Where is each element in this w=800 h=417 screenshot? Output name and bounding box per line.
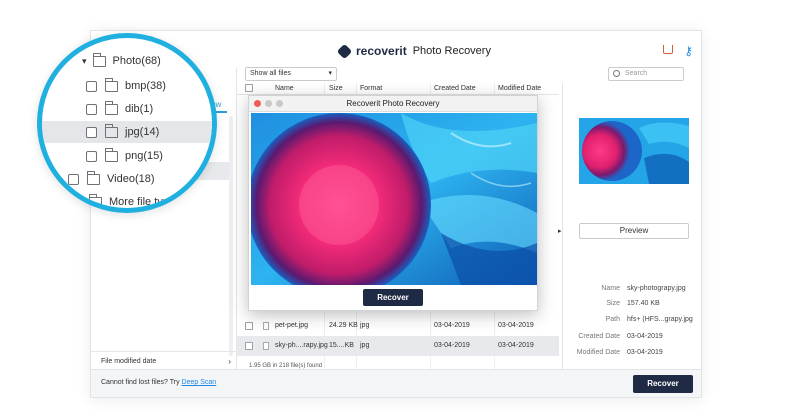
detail-value: sky-photograpy.jpg bbox=[627, 285, 686, 292]
image-file-icon bbox=[263, 322, 269, 330]
row-created: 03-04-2019 bbox=[434, 342, 470, 349]
sort-by-modified-date[interactable]: File modified date › bbox=[91, 351, 237, 371]
tree-item-label: Photo(68) bbox=[112, 55, 161, 67]
preview-button[interactable]: Preview bbox=[579, 223, 689, 239]
folder-icon bbox=[92, 52, 106, 67]
tree-item-label: More file types(1 bbox=[109, 196, 191, 208]
tree-item-label: Video(18) bbox=[107, 173, 155, 185]
tree-item-checkbox[interactable] bbox=[86, 126, 97, 138]
row-name: pet-pet.jpg bbox=[275, 322, 309, 329]
row-size: 15....KB bbox=[329, 342, 354, 349]
detail-value: hfs+ (HFS...grapy.jpg bbox=[627, 316, 693, 323]
chevron-down-icon: ▾ bbox=[328, 70, 332, 77]
tree-item-checkbox[interactable] bbox=[70, 196, 81, 208]
maximize-icon[interactable] bbox=[276, 100, 283, 107]
deep-scan-prompt: Cannot find lost files? Try Deep Scan bbox=[101, 379, 216, 386]
left-scrollbar[interactable] bbox=[229, 116, 233, 356]
row-size: 24.29 KB bbox=[329, 322, 358, 329]
search-input[interactable]: Search bbox=[608, 67, 684, 81]
chevron-right-icon: ▸ bbox=[58, 174, 63, 184]
row-created: 03-04-2019 bbox=[434, 322, 470, 329]
tree-item-png[interactable]: png(15) bbox=[86, 145, 163, 167]
tree-item-bmp[interactable]: bmp(38) bbox=[86, 75, 166, 97]
dialog-title: Recoverit Photo Recovery bbox=[346, 99, 440, 108]
detail-key: Modified Date bbox=[576, 349, 620, 356]
file-filter-select[interactable]: Show all files ▾ bbox=[245, 67, 337, 81]
search-icon bbox=[613, 70, 620, 77]
row-checkbox[interactable] bbox=[245, 322, 253, 330]
row-checkbox[interactable] bbox=[245, 342, 253, 350]
close-icon[interactable] bbox=[254, 100, 261, 107]
row-format: jpg bbox=[360, 342, 370, 349]
tree-item-jpg[interactable]: jpg(14) bbox=[42, 121, 212, 143]
key-icon[interactable]: ⚷ bbox=[684, 44, 693, 58]
detail-key: Path bbox=[605, 316, 620, 323]
folder-icon bbox=[105, 100, 118, 115]
chevron-right-icon: › bbox=[228, 357, 231, 366]
column-modified-date[interactable]: Modified Date bbox=[498, 85, 541, 92]
table-row[interactable]: sky-ph....rapy.jpg 15....KB jpg 03-04-20… bbox=[237, 336, 559, 356]
column-size[interactable]: Size bbox=[329, 85, 343, 92]
row-modified: 03-04-2019 bbox=[498, 322, 534, 329]
file-filter-value: Show all files bbox=[250, 70, 291, 77]
minimize-icon[interactable] bbox=[265, 100, 272, 107]
table-row[interactable]: pet-pet.jpg 24.29 KB jpg 03-04-2019 03-0… bbox=[237, 316, 559, 336]
footer-bar: Cannot find lost files? Try Deep Scan Re… bbox=[91, 369, 701, 397]
tree-item-checkbox[interactable] bbox=[86, 150, 97, 162]
tree-item-dib[interactable]: dib(1) bbox=[86, 98, 153, 120]
details-panel: Preview Name sky-photograpy.jpg Size 157… bbox=[562, 83, 701, 379]
column-created-date[interactable]: Created Date bbox=[434, 85, 476, 92]
deep-scan-link[interactable]: Deep Scan bbox=[182, 379, 217, 386]
tree-item-photo[interactable]: ▾ Photo(68) bbox=[82, 50, 161, 72]
recover-button[interactable]: Recover bbox=[633, 375, 693, 393]
dialog-title-bar: Recoverit Photo Recovery bbox=[249, 96, 537, 112]
sort-label: File modified date bbox=[101, 358, 157, 365]
tree-item-checkbox[interactable] bbox=[68, 173, 80, 185]
detail-key: Name bbox=[601, 285, 620, 292]
detail-key: Size bbox=[606, 300, 620, 307]
table-header: Name Size Format Created Date Modified D… bbox=[237, 83, 559, 95]
preview-image bbox=[251, 113, 537, 285]
detail-value: 03-04-2019 bbox=[627, 333, 663, 340]
folder-icon bbox=[105, 77, 118, 92]
row-modified: 03-04-2019 bbox=[498, 342, 534, 349]
detail-key: Created Date bbox=[578, 333, 620, 340]
detail-value: 03-04-2019 bbox=[627, 349, 663, 356]
column-format[interactable]: Format bbox=[360, 85, 382, 92]
chevron-down-icon: ▾ bbox=[82, 55, 87, 66]
folder-icon bbox=[105, 147, 118, 162]
dialog-window-controls[interactable] bbox=[254, 100, 283, 107]
tree-item-label: png(15) bbox=[125, 150, 163, 162]
product-name: Photo Recovery bbox=[412, 45, 491, 57]
tree-item-checkbox[interactable] bbox=[86, 103, 97, 115]
tree-item-label: jpg(14) bbox=[125, 126, 160, 138]
select-all-checkbox[interactable] bbox=[245, 84, 253, 92]
magnifier-callout: ▾ Photo(68) bmp(38) dib(1) jpg(14) png(1… bbox=[37, 33, 217, 213]
dialog-recover-button[interactable]: Recover bbox=[363, 289, 423, 306]
folder-icon bbox=[105, 123, 118, 138]
preview-thumbnail bbox=[579, 118, 689, 184]
cart-icon[interactable] bbox=[663, 45, 673, 54]
detail-value: 157.40 KB bbox=[627, 300, 660, 307]
collapse-panel-icon[interactable]: ▸ bbox=[558, 227, 562, 235]
deep-scan-text: Cannot find lost files? Try bbox=[101, 379, 180, 386]
search-placeholder: Search bbox=[625, 70, 648, 77]
brand-name: recoverit bbox=[356, 44, 407, 58]
row-name: sky-ph....rapy.jpg bbox=[275, 342, 328, 349]
column-name[interactable]: Name bbox=[275, 85, 294, 92]
folder-icon bbox=[89, 193, 102, 208]
video-folder-icon bbox=[87, 170, 101, 185]
tree-item-video[interactable]: ▸ Video(18) bbox=[58, 168, 155, 190]
row-format: jpg bbox=[360, 322, 370, 329]
app-brand: recoverit Photo Recovery bbox=[336, 43, 491, 59]
recoverit-logo-icon bbox=[336, 43, 353, 59]
preview-dialog: Recoverit Photo Recovery Recover bbox=[248, 95, 538, 311]
image-file-icon bbox=[263, 342, 269, 350]
tree-item-checkbox[interactable] bbox=[86, 80, 97, 92]
tree-item-label: dib(1) bbox=[125, 103, 154, 115]
tree-item-label: bmp(38) bbox=[125, 80, 166, 92]
